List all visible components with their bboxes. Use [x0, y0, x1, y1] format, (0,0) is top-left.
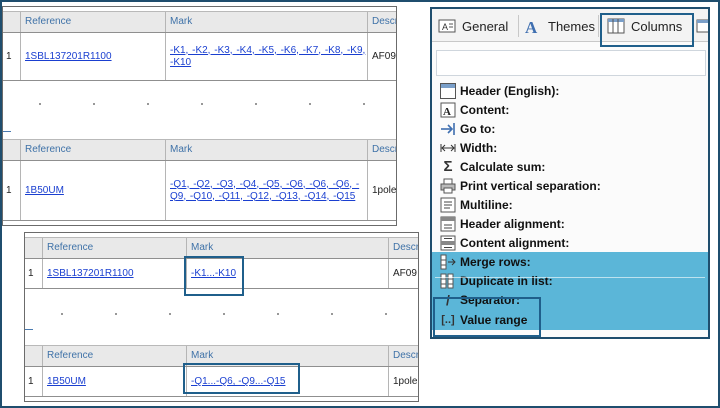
mark-link-list[interactable]: -Q1, -Q2, -Q3, -Q4, -Q5, -Q6, -Q6, -Q6, … [170, 179, 367, 203]
column-header-description: Descr [388, 238, 418, 258]
description-cell: AF09 [388, 259, 418, 288]
property-label: Duplicate in list: [460, 273, 553, 288]
property-content-alignment[interactable]: Content alignment: [432, 233, 708, 252]
property-label: Width: [460, 140, 498, 155]
reference-link[interactable]: 1B50UM [25, 185, 64, 196]
table-row: 1 1SBL137201R1100 -K1, -K2, -K3, -K4, -K… [3, 33, 396, 81]
property-width[interactable]: Width: [432, 138, 708, 157]
content-align-icon [440, 235, 456, 251]
width-arrows-icon [440, 140, 456, 156]
tab-general-label: General [462, 18, 509, 34]
tab-divider [518, 15, 519, 37]
tab-divider [598, 15, 599, 37]
column-header-mark: Mark [165, 140, 367, 160]
reference-link[interactable]: 1SBL137201R1100 [25, 51, 112, 62]
column-header-description: Descr [367, 12, 396, 32]
print-icon [440, 178, 456, 194]
duplicate-list-icon [440, 273, 456, 289]
header-align-icon [440, 216, 456, 232]
merge-rows-icon [440, 254, 456, 270]
description-cell: AF09 [367, 33, 396, 80]
property-label: Content alignment: [460, 235, 570, 250]
column-header-reference: Reference [42, 346, 186, 366]
page-gap-dots [3, 103, 396, 113]
text-format-icon: A [438, 17, 456, 35]
highlight-mark-range-row2 [183, 363, 300, 394]
property-label: Header alignment: [460, 216, 565, 231]
description-cell: 1pole [388, 367, 418, 396]
property-duplicate-in-list[interactable]: Duplicate in list: [432, 271, 708, 290]
tab-themes-label: Themes [548, 18, 595, 34]
properties-filter-field[interactable] [436, 50, 706, 76]
column-header-description: Descr [367, 140, 396, 160]
column-header-reference: Reference [20, 140, 165, 160]
svg-text:A: A [443, 106, 451, 118]
property-header-alignment[interactable]: Header alignment: [432, 214, 708, 233]
column-header-mark: Mark [165, 12, 367, 32]
properties-panel: A General A Themes Columns Header (Engli… [430, 7, 710, 339]
arrow-goto-icon [440, 121, 456, 137]
property-calculate-sum[interactable]: Σ Calculate sum: [432, 157, 708, 176]
reference-link[interactable]: 1B50UM [47, 376, 86, 387]
more-tabs-icon [696, 17, 708, 35]
column-header-reference: Reference [20, 12, 165, 32]
highlight-mark-range-row1 [184, 256, 244, 296]
property-label: Calculate sum: [460, 159, 546, 174]
tab-general[interactable]: A General [438, 12, 508, 40]
page-break-marker [3, 131, 11, 132]
column-header-reference: Reference [42, 238, 186, 258]
page-break-marker [25, 329, 33, 330]
table-header: Reference Mark Descr [3, 139, 396, 161]
selection-divider [435, 277, 705, 278]
property-print-vertical-separation[interactable]: Print vertical separation: [432, 176, 708, 195]
property-multiline[interactable]: Multiline: [432, 195, 708, 214]
row-index: 1 [28, 376, 34, 387]
report-preview-before: Reference Mark Descr 1 1SBL137201R1100 -… [2, 6, 397, 226]
property-label: Go to: [460, 121, 496, 136]
tab-themes[interactable]: A Themes [524, 12, 595, 40]
property-label: Header (English): [460, 83, 560, 98]
property-label: Content: [460, 102, 510, 117]
table-row: 1 1B50UM -Q1, -Q2, -Q3, -Q4, -Q5, -Q6, -… [3, 161, 396, 221]
property-label: Multiline: [460, 197, 513, 212]
property-label: Print vertical separation: [460, 178, 601, 193]
table-header-icon [440, 82, 456, 99]
page-gap-dots [25, 313, 418, 323]
property-go-to[interactable]: Go to: [432, 119, 708, 138]
column-header-description: Descr [388, 346, 418, 366]
sigma-icon: Σ [443, 157, 453, 175]
highlight-value-range [433, 297, 541, 337]
font-a-icon: A [524, 17, 542, 37]
row-index: 1 [6, 185, 12, 196]
tab-overflow[interactable] [696, 12, 708, 40]
mark-link-list[interactable]: -K1, -K2, -K3, -K4, -K5, -K6, -K7, -K8, … [170, 45, 367, 69]
row-index: 1 [6, 51, 12, 62]
property-merge-rows[interactable]: Merge rows: [432, 252, 708, 271]
column-header-mark: Mark [186, 238, 388, 258]
svg-text:A: A [442, 22, 448, 32]
property-header-english[interactable]: Header (English): [432, 81, 708, 100]
highlight-columns-tab [600, 13, 694, 47]
svg-text:A: A [525, 18, 538, 35]
property-content[interactable]: A Content: [432, 100, 708, 119]
table-header: Reference Mark Descr [3, 11, 396, 33]
multiline-icon [440, 197, 456, 213]
property-label: Merge rows: [460, 254, 531, 269]
description-cell: 1pole [367, 161, 396, 220]
row-index: 1 [28, 268, 34, 279]
text-content-icon: A [440, 102, 456, 118]
reference-link[interactable]: 1SBL137201R1100 [47, 268, 134, 279]
